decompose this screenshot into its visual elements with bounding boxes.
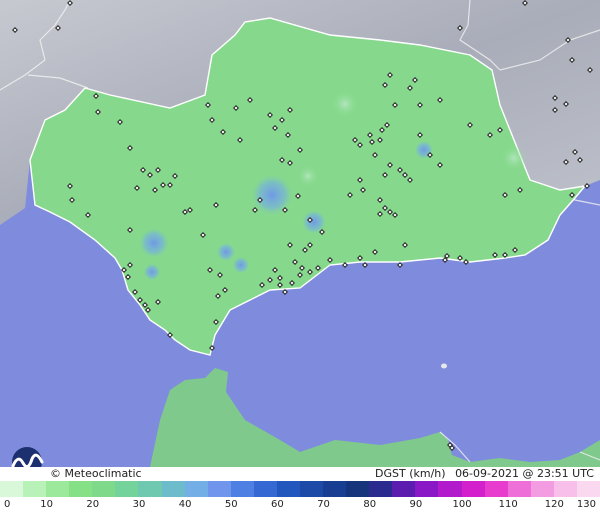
scale-tick-label: 10	[40, 499, 54, 510]
color-scale-cell	[415, 481, 439, 497]
color-scale-cell	[507, 481, 531, 497]
color-scale-ticks: 0 10 20 30 40 50 60 70 80 90 100 110 120 130	[0, 497, 600, 517]
color-scale-cell	[46, 481, 70, 497]
color-scale-cell	[161, 481, 185, 497]
scale-tick-label: 100	[452, 499, 472, 510]
color-scale-cell	[530, 481, 554, 497]
color-scale-cell	[392, 481, 416, 497]
color-scale-cell	[323, 481, 347, 497]
scale-tick-label: 80	[363, 499, 377, 510]
timestamp: 06-09-2021 @ 23:51 UTC	[455, 467, 594, 480]
scale-tick-label: 110	[498, 499, 518, 510]
color-scale-cell	[253, 481, 277, 497]
map-caption: DGST (km/h) 06-09-2021 @ 23:51 UTC	[369, 467, 594, 481]
scale-tick-label: 90	[409, 499, 423, 510]
scale-tick-label: 60	[271, 499, 284, 510]
alboran-island	[441, 363, 447, 369]
color-scale-cell	[484, 481, 508, 497]
scale-tick-label: 70	[317, 499, 330, 510]
gust-map-view: © Meteoclimatic DGST (km/h) 06-09-2021 @…	[0, 0, 600, 517]
color-scale-cell	[438, 481, 462, 497]
color-scale-cell	[92, 481, 116, 497]
gust-map[interactable]	[0, 0, 600, 467]
color-scale-cell	[276, 481, 301, 497]
gust-area-west	[138, 227, 170, 259]
color-scale-cell	[23, 481, 47, 497]
scale-tick-label: 50	[224, 499, 238, 510]
color-scale-cell	[230, 481, 254, 497]
color-scale-cell	[69, 481, 93, 497]
gust-area-south	[216, 242, 236, 262]
color-scale-cell	[0, 481, 24, 497]
warm-area-3	[297, 165, 319, 187]
scale-tick-label: 40	[178, 499, 192, 510]
variable-label: DGST (km/h)	[375, 467, 446, 480]
credit-text: © Meteoclimatic	[50, 467, 142, 480]
scale-tick-label: 30	[132, 499, 146, 510]
color-scale-cell	[138, 481, 162, 497]
color-scale-cell	[369, 481, 393, 497]
color-scale-cell	[184, 481, 208, 497]
scale-tick-label: 20	[86, 499, 100, 510]
color-scale-cell	[300, 481, 324, 497]
warm-area-2	[501, 145, 527, 171]
color-scale-cell	[576, 481, 600, 497]
color-scale-cell	[115, 481, 139, 497]
color-scale-cell	[346, 481, 370, 497]
color-scale-cell	[207, 481, 231, 497]
gust-area-north	[414, 140, 434, 160]
scale-tick-label: 0	[4, 499, 11, 510]
color-scale	[0, 481, 600, 497]
gust-area-coast	[143, 263, 161, 281]
scale-tick-label: 130	[576, 499, 596, 510]
warm-area-1	[331, 90, 359, 118]
color-scale-cell	[553, 481, 577, 497]
color-scale-cell	[461, 481, 485, 497]
gust-area-southeast	[232, 256, 250, 274]
scale-tick-label: 120	[544, 499, 564, 510]
